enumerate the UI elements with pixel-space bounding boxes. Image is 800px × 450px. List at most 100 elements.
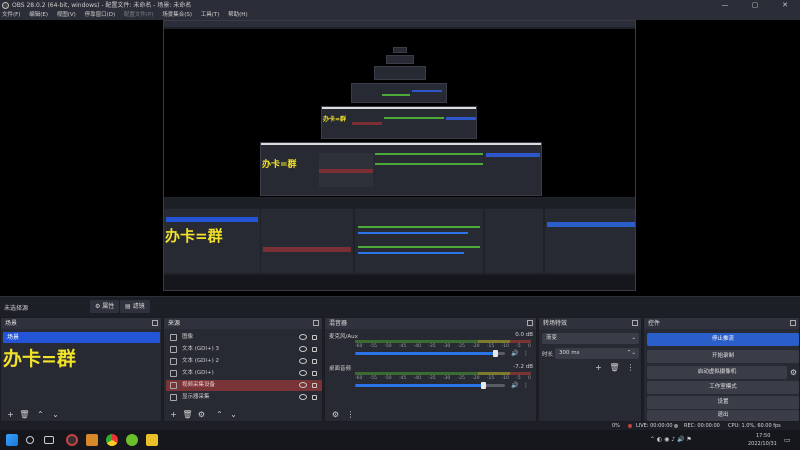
- volume-slider-mic[interactable]: [355, 352, 505, 355]
- menu-scene-collection[interactable]: 场景集合(S): [162, 12, 192, 18]
- add-source-button[interactable]: +: [168, 410, 179, 419]
- menu-file[interactable]: 文件(F): [2, 12, 20, 18]
- sources-dock: 来源 图像 文本 (GDI+) 3 文本 (GDI+) 2 文本 (GDI+) …: [163, 317, 323, 422]
- menu-view[interactable]: 视图(V): [57, 12, 76, 18]
- windows-taskbar: ⌃ ◐ ◉ ♪ 🔊 ⚑ 17:50 2022/10/31 ▭: [0, 430, 800, 450]
- more-options-icon[interactable]: ⋮: [523, 382, 530, 389]
- meter-tick-label: -55: [369, 376, 378, 381]
- transitions-header: 转场特效: [539, 318, 641, 329]
- lock-icon[interactable]: [312, 347, 317, 352]
- mixer-menu-button[interactable]: ⋮: [345, 410, 356, 419]
- speaker-icon[interactable]: 🔊: [511, 382, 518, 389]
- nested-obs-level-4: [351, 83, 447, 103]
- source-item-video-capture[interactable]: 视频采集设备: [166, 380, 322, 391]
- visibility-eye-icon[interactable]: [299, 394, 307, 400]
- visibility-eye-icon[interactable]: [299, 346, 307, 352]
- chrome-taskbar-icon[interactable]: [106, 434, 118, 446]
- obs-taskbar-icon[interactable]: [66, 434, 78, 446]
- volume-slider-knob[interactable]: [492, 350, 498, 357]
- studio-mode-button[interactable]: 工作室模式: [647, 381, 799, 394]
- transition-menu-button[interactable]: ⋮: [625, 363, 636, 372]
- lock-icon[interactable]: [312, 371, 317, 376]
- lock-icon[interactable]: [312, 383, 317, 388]
- source-item-display-capture[interactable]: 显示器采集: [166, 392, 322, 403]
- start-recording-button[interactable]: 开始录制: [647, 350, 799, 363]
- stop-streaming-button[interactable]: 停止推流: [647, 333, 799, 346]
- source-item-text-1[interactable]: 文本 (GDI+): [166, 368, 322, 379]
- more-options-icon[interactable]: ⋮: [523, 350, 530, 357]
- move-scene-down-button[interactable]: ⌄: [50, 410, 61, 419]
- menu-profile: 配置文件(P): [123, 12, 154, 18]
- remove-transition-button[interactable]: 🗑: [609, 363, 620, 372]
- advanced-audio-properties-button[interactable]: ⚙: [330, 410, 341, 419]
- channel-name: 麦克风/Aux: [329, 334, 358, 340]
- controls-header: 控件: [644, 318, 799, 329]
- lock-icon[interactable]: [312, 359, 317, 364]
- undock-icon[interactable]: [527, 320, 533, 326]
- status-bar: 0% LIVE: 00:00:00 REC: 00:00:00 CPU: 1.0…: [0, 422, 800, 430]
- undock-icon[interactable]: [790, 320, 796, 326]
- move-scene-up-button[interactable]: ⌃: [35, 410, 46, 419]
- meter-tick-label: 0: [528, 376, 531, 381]
- exit-button[interactable]: 退出: [647, 410, 799, 421]
- notification-icon[interactable]: ▭: [784, 436, 791, 444]
- search-icon[interactable]: [26, 436, 34, 444]
- channel-db: 0.0 dB: [515, 332, 533, 338]
- lock-icon[interactable]: [312, 335, 317, 340]
- undock-icon[interactable]: [632, 320, 638, 326]
- minimize-button[interactable]: —: [710, 0, 740, 11]
- move-source-down-button[interactable]: ⌄: [228, 410, 239, 419]
- meter-tick-label: -50: [384, 344, 392, 349]
- task-view-icon[interactable]: [44, 436, 54, 444]
- speaker-icon[interactable]: 🔊: [511, 350, 518, 357]
- visibility-eye-icon[interactable]: [299, 382, 307, 388]
- menu-edit[interactable]: 编辑(E): [29, 12, 48, 18]
- menu-help[interactable]: 帮助(H): [228, 12, 247, 18]
- settings-button[interactable]: 设置: [647, 396, 799, 409]
- meter-tick-label: -10: [501, 376, 509, 381]
- meter-tick-label: 0: [528, 344, 531, 349]
- visibility-eye-icon[interactable]: [299, 358, 307, 364]
- mixer-header: 混音器: [325, 318, 536, 329]
- preview-canvas[interactable]: 办卡=群 办卡=群 办卡=群: [0, 20, 800, 308]
- source-item-image[interactable]: 图像: [166, 332, 322, 343]
- source-item-text-3[interactable]: 文本 (GDI+) 3: [166, 344, 322, 355]
- scenes-dock: 场景 场景 办卡=群 + 🗑 ⌃ ⌄: [0, 317, 162, 422]
- app2-taskbar-icon[interactable]: [126, 434, 138, 446]
- nested-obs-level-5: [374, 66, 426, 80]
- transition-duration-field[interactable]: 300 ms ⌃⌄: [555, 348, 639, 359]
- scene-list-item[interactable]: 场景: [3, 332, 160, 343]
- app3-taskbar-icon[interactable]: [146, 434, 158, 446]
- transition-type-select[interactable]: 渐变 ⌄: [542, 333, 639, 344]
- filters-button[interactable]: ▤ 滤镜: [120, 300, 150, 313]
- remove-scene-button[interactable]: 🗑: [19, 410, 30, 419]
- menu-tools[interactable]: 工具(T): [201, 12, 220, 18]
- app-taskbar-icon[interactable]: [86, 434, 98, 446]
- lock-icon[interactable]: [312, 395, 317, 400]
- menu-docks[interactable]: 停靠窗口(D): [85, 12, 116, 18]
- properties-button[interactable]: ⚙ 属性: [90, 300, 120, 313]
- add-transition-button[interactable]: +: [593, 363, 604, 372]
- undock-icon[interactable]: [313, 320, 319, 326]
- remove-source-button[interactable]: 🗑: [182, 410, 193, 419]
- nested-obs-level-3: 办卡=群: [321, 106, 477, 139]
- source-properties-button[interactable]: ⚙: [196, 410, 207, 419]
- meter-tick-label: -35: [428, 344, 436, 349]
- mixer-channel-mic: 麦克风/Aux 0.0 dB: [329, 332, 537, 340]
- meter-tick-label: -20: [472, 376, 480, 381]
- close-button[interactable]: ✕: [770, 0, 800, 11]
- virtual-camera-settings-icon[interactable]: ⚙: [788, 368, 799, 377]
- add-scene-button[interactable]: +: [5, 410, 16, 419]
- visibility-eye-icon[interactable]: [299, 370, 307, 376]
- title-bar: OBS 28.0.2 (64-bit, windows) - 配置文件: 未命名…: [0, 0, 800, 11]
- maximize-button[interactable]: ▢: [740, 0, 770, 11]
- visibility-eye-icon[interactable]: [299, 334, 307, 340]
- move-source-up-button[interactable]: ⌃: [214, 410, 225, 419]
- start-menu-icon[interactable]: [6, 434, 18, 446]
- volume-slider-knob[interactable]: [480, 382, 486, 389]
- start-virtual-camera-button[interactable]: 启动虚拟摄像机: [647, 366, 787, 379]
- undock-icon[interactable]: [152, 320, 158, 326]
- nested-watermark-1: 办卡=群: [165, 227, 223, 245]
- source-item-text-2[interactable]: 文本 (GDI+) 2: [166, 356, 322, 367]
- system-tray-icons[interactable]: ⌃ ◐ ◉ ♪ 🔊 ⚑: [650, 436, 692, 443]
